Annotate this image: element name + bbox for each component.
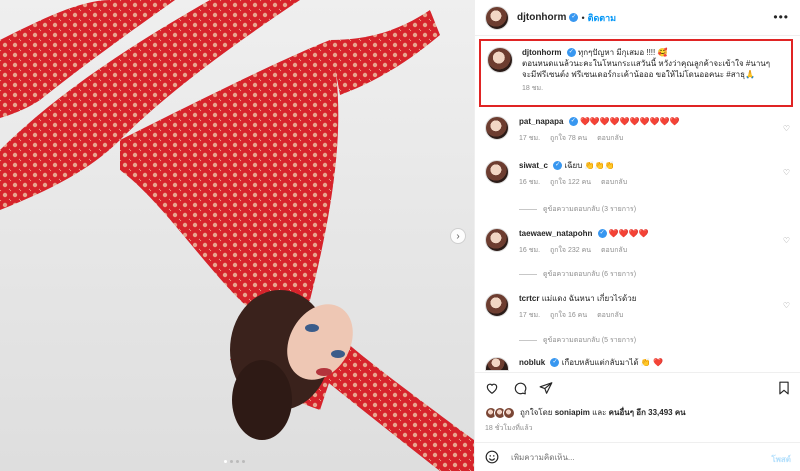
reply-button[interactable]: ตอบกลับ	[597, 135, 623, 142]
comment-time: 16 ชม.	[519, 247, 541, 254]
liked-by-row[interactable]: ถูกใจโดย soniapim และ คนอื่นๆ อีก 33,493…	[485, 406, 686, 419]
post-photo[interactable]: ›	[0, 0, 474, 471]
heart-icon[interactable]: ♡	[783, 236, 790, 245]
comment-item: nobluk ✓ เกือบหลับแต่กลับมาได้ 👏 ❤️	[485, 357, 791, 371]
post-time: 18 ชั่วโมงที่แล้ว	[485, 425, 533, 432]
verified-icon: ✓	[569, 13, 579, 22]
carousel-dot	[230, 460, 233, 463]
verified-icon: ✓	[553, 161, 563, 171]
separator-dot: •	[581, 12, 585, 23]
view-replies-label: ดูข้อความตอบกลับ (5 รายการ)	[543, 337, 637, 344]
comment-text: แม่แดง ฉันหนา เกี่ยวไรด้วย	[541, 294, 637, 303]
liked-by-prefix: ถูกใจโดย	[520, 408, 553, 417]
replies-line	[519, 209, 537, 210]
bookmark-icon[interactable]	[777, 381, 791, 395]
caption: djtonhorm ✓ ทุกๆปัญหา มีกุเสมอ !!!! 🥰 ตอ…	[522, 47, 770, 105]
view-replies-button[interactable]: ดูข้อความตอบกลับ (6 รายการ)	[519, 269, 636, 280]
comment-likes[interactable]: ถูกใจ 232 คน	[550, 247, 591, 254]
reply-button[interactable]: ตอบกลับ	[601, 247, 627, 254]
caption-line: ตอนหนดแนล้วนะคะในโหนกระแสวันนี้ หวังว่าค…	[522, 59, 771, 68]
avatar[interactable]	[485, 293, 509, 317]
replies-line	[519, 340, 537, 341]
comment-time: 16 ชม.	[519, 179, 541, 186]
verified-icon: ✓	[566, 48, 576, 58]
view-replies-button[interactable]: ดูข้อความตอบกลับ (3 รายการ)	[519, 204, 636, 215]
avatar[interactable]	[485, 357, 509, 371]
emoji-icon[interactable]	[485, 450, 499, 464]
add-comment-row: โพสต์	[475, 442, 800, 471]
post-side-panel: djtonhorm ✓ • ติดตาม ••• djtonhorm ✓ ทุก…	[474, 0, 800, 471]
comment-username[interactable]: siwat_c	[519, 161, 548, 170]
view-replies-label: ดูข้อความตอบกลับ (3 รายการ)	[543, 206, 637, 213]
post-comment-button[interactable]: โพสต์	[771, 453, 791, 466]
comment-username[interactable]: nobluk	[519, 358, 545, 367]
comment-text: เกือบหลับแต่กลับมาได้ 👏 ❤️	[561, 358, 663, 367]
carousel-dots	[224, 460, 245, 463]
heart-icon[interactable]: ♡	[783, 168, 790, 177]
model-in-red-lace-image	[0, 0, 474, 471]
comment-input[interactable]	[511, 452, 731, 462]
follow-button[interactable]: ติดตาม	[588, 11, 617, 25]
more-icon[interactable]: •••	[773, 10, 789, 24]
heart-icon[interactable]	[485, 381, 499, 395]
liked-by-user[interactable]: soniapim	[555, 408, 590, 417]
comment-likes[interactable]: ถูกใจ 16 คน	[550, 312, 587, 319]
verified-icon: ✓	[550, 358, 560, 368]
caption-line: ทุกๆปัญหา มีกุเสมอ !!!! 🥰	[578, 48, 668, 57]
comment-username[interactable]: taewaew_natapohn	[519, 229, 592, 238]
next-photo-button[interactable]: ›	[450, 228, 466, 244]
replies-line	[519, 274, 537, 275]
avatar[interactable]	[487, 47, 513, 73]
caption-line: จะมีฟรีเซนต์ง ฟรีเซนเดอร์กะเค้าน้อออ ขอใ…	[522, 70, 755, 79]
liked-by-avatars	[485, 406, 515, 419]
comment-item: siwat_c ✓ เฉียบ 👏👏👏 16 ชม. ถูกใจ 122 คน …	[485, 160, 791, 188]
verified-icon: ✓	[597, 229, 607, 239]
reply-button[interactable]: ตอบกลับ	[601, 179, 627, 186]
comment-item: tcrtcr แม่แดง ฉันหนา เกี่ยวไรด้วย 17 ชม.…	[485, 293, 791, 321]
view-replies-button[interactable]: ดูข้อความตอบกลับ (5 รายการ)	[519, 335, 636, 346]
view-replies-label: ดูข้อความตอบกลับ (6 รายการ)	[543, 271, 637, 278]
post-header: djtonhorm ✓ • ติดตาม •••	[475, 0, 800, 36]
chevron-right-icon: ›	[456, 230, 460, 242]
carousel-dot	[236, 460, 239, 463]
comment-username[interactable]: pat_napapa	[519, 117, 563, 126]
author-username[interactable]: djtonhorm	[517, 12, 566, 23]
caption-time: 18 ชม.	[522, 85, 544, 92]
avatar[interactable]	[485, 228, 509, 252]
reply-button[interactable]: ตอบกลับ	[597, 312, 623, 319]
liked-by-and: และ	[592, 408, 607, 417]
caption-username[interactable]: djtonhorm	[522, 48, 562, 57]
comment-text: ❤️❤️❤️❤️❤️❤️❤️❤️❤️❤️	[579, 117, 680, 126]
comment-time: 17 ชม.	[519, 135, 541, 142]
liked-by-others[interactable]: คนอื่นๆ อีก 33,493 คน	[609, 408, 686, 417]
comment-text: ❤️❤️❤️❤️	[608, 229, 649, 238]
comment-item: taewaew_natapohn ✓ ❤️❤️❤️❤️ 16 ชม. ถูกใจ…	[485, 228, 791, 256]
comment-likes[interactable]: ถูกใจ 122 คน	[550, 179, 591, 186]
comment-item: pat_napapa ✓ ❤️❤️❤️❤️❤️❤️❤️❤️❤️❤️ 17 ชม.…	[485, 116, 791, 144]
carousel-dot	[242, 460, 245, 463]
avatar[interactable]	[485, 116, 509, 140]
avatar	[503, 406, 515, 419]
comment-likes[interactable]: ถูกใจ 78 คน	[550, 135, 587, 142]
avatar[interactable]	[485, 160, 509, 184]
heart-icon[interactable]: ♡	[783, 301, 790, 310]
post-actions-bar	[475, 372, 800, 402]
share-icon[interactable]	[539, 381, 553, 395]
comment-time: 17 ชม.	[519, 312, 541, 319]
heart-icon[interactable]: ♡	[783, 124, 790, 133]
comment-username[interactable]: tcrtcr	[519, 294, 539, 303]
carousel-dot	[224, 460, 227, 463]
comment-icon[interactable]	[513, 381, 527, 395]
avatar[interactable]	[485, 5, 509, 30]
caption-highlight-box: djtonhorm ✓ ทุกๆปัญหา มีกุเสมอ !!!! 🥰 ตอ…	[479, 39, 793, 107]
verified-icon: ✓	[568, 117, 578, 127]
comment-text: เฉียบ 👏👏👏	[564, 161, 615, 170]
